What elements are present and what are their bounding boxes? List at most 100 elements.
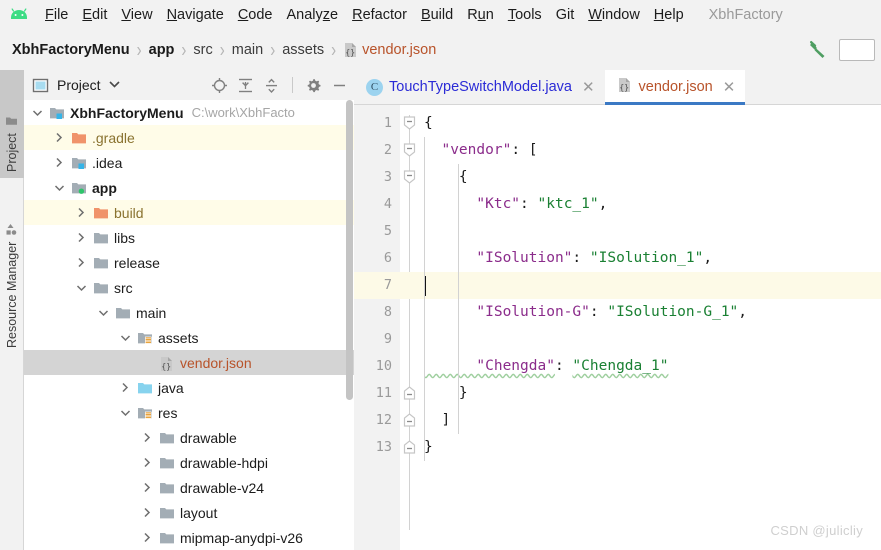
fold-row[interactable] <box>400 380 420 407</box>
fold-row[interactable] <box>400 164 420 191</box>
code-line[interactable]: } <box>420 380 881 407</box>
menu-item-view[interactable]: View <box>114 5 159 25</box>
tree-row[interactable]: java <box>24 375 354 400</box>
chevron-down-icon[interactable] <box>109 80 120 90</box>
tree-row[interactable]: assets <box>24 325 354 350</box>
chevron-right-icon[interactable] <box>74 206 88 220</box>
code-line[interactable]: ] <box>420 407 881 434</box>
code-line[interactable] <box>420 326 881 353</box>
tree-row[interactable]: XbhFactoryMenu C:\work\XbhFacto <box>24 100 354 125</box>
chevron-right-icon[interactable] <box>74 256 88 270</box>
fold-expanded-icon[interactable] <box>403 143 416 157</box>
chevron-right-icon[interactable] <box>74 231 88 245</box>
tree-row[interactable]: build <box>24 200 354 225</box>
chevron-down-icon[interactable] <box>74 281 88 295</box>
menu-item-edit[interactable]: Edit <box>75 5 114 25</box>
editor-tab-vendor-json[interactable]: {} vendor.json ✕ <box>604 70 746 105</box>
hide-panel-icon[interactable] <box>331 77 348 94</box>
fold-row[interactable] <box>400 434 420 461</box>
project-tree[interactable]: XbhFactoryMenu C:\work\XbhFacto .gradle .… <box>24 100 354 550</box>
menu-item-refactor[interactable]: Refactor <box>345 5 414 25</box>
collapse-all-icon[interactable] <box>263 77 280 94</box>
code-line[interactable]: { <box>420 164 881 191</box>
breadcrumb-item-assets[interactable]: assets <box>282 42 324 58</box>
code-line[interactable]: { <box>420 110 881 137</box>
chevron-right-icon[interactable] <box>118 381 132 395</box>
code-line[interactable]: } <box>420 434 881 461</box>
editor-tab-touchtypeswitchmodel-java[interactable]: C TouchTypeSwitchModel.java ✕ <box>354 70 605 104</box>
close-icon[interactable]: ✕ <box>582 80 595 95</box>
menu-item-build[interactable]: Build <box>414 5 460 25</box>
chevron-right-icon[interactable] <box>140 431 154 445</box>
tree-row[interactable]: .idea <box>24 150 354 175</box>
menu-item-code[interactable]: Code <box>231 5 280 25</box>
tree-row[interactable]: layout <box>24 500 354 525</box>
menu-item-help[interactable]: Help <box>647 5 691 25</box>
search-everywhere-field[interactable] <box>839 39 875 61</box>
locate-target-icon[interactable] <box>211 77 228 94</box>
code-line[interactable]: "ISolution": "ISolution_1", <box>420 245 881 272</box>
fold-row[interactable] <box>400 137 420 164</box>
sidebar-item-resource-manager[interactable]: Resource Manager <box>0 184 24 354</box>
fold-row[interactable] <box>400 407 420 434</box>
tree-row[interactable]: main <box>24 300 354 325</box>
sidebar-item-project[interactable]: Project <box>0 70 24 178</box>
tree-row[interactable]: drawable-v24 <box>24 475 354 500</box>
fold-expanded-icon[interactable] <box>403 116 416 130</box>
breadcrumb-item-main[interactable]: main <box>232 42 263 58</box>
project-tree-scrollbar[interactable] <box>346 100 353 400</box>
chevron-right-icon[interactable] <box>140 531 154 545</box>
tree-row[interactable]: .gradle <box>24 125 354 150</box>
tree-row[interactable]: {} vendor.json <box>24 350 354 375</box>
code-line[interactable]: "vendor": [ <box>420 137 881 164</box>
breadcrumb-item-xbhfactorymenu[interactable]: XbhFactoryMenu <box>12 42 130 58</box>
hammer-build-icon[interactable] <box>805 37 831 63</box>
breadcrumb-item-vendor-json[interactable]: {} vendor.json <box>343 42 436 58</box>
chevron-down-icon[interactable] <box>30 106 44 120</box>
code-line[interactable]: "Chengda": "Chengda_1" <box>420 353 881 380</box>
chevron-right-icon[interactable] <box>52 156 66 170</box>
fold-row[interactable] <box>400 110 420 137</box>
fold-expanded-icon[interactable] <box>403 170 416 184</box>
tree-row[interactable]: mipmap-anydpi-v26 <box>24 525 354 550</box>
tree-row[interactable]: src <box>24 275 354 300</box>
chevron-right-icon[interactable] <box>140 456 154 470</box>
code-editor[interactable]: 1 2 3 4 5 6 7 8 9 10 11 12 13 { "vendor": [ { "Ktc":… <box>354 105 881 550</box>
tree-row[interactable]: libs <box>24 225 354 250</box>
menu-item-window[interactable]: Window <box>581 5 647 25</box>
menu-item-git[interactable]: Git <box>549 5 582 25</box>
tree-row[interactable]: drawable <box>24 425 354 450</box>
fold-end-icon[interactable] <box>403 440 416 454</box>
chevron-right-icon[interactable] <box>140 506 154 520</box>
code-line[interactable] <box>420 272 881 299</box>
fold-end-icon[interactable] <box>403 413 416 427</box>
code-line[interactable]: "ISolution-G": "ISolution-G_1", <box>420 299 881 326</box>
breadcrumb-item-app[interactable]: app <box>149 42 175 58</box>
code-folding-gutter[interactable] <box>400 105 420 550</box>
tree-row-label: drawable-hdpi <box>180 454 268 471</box>
tree-row[interactable]: release <box>24 250 354 275</box>
menu-item-file[interactable]: File <box>38 5 75 25</box>
code-line[interactable] <box>420 218 881 245</box>
chevron-down-icon[interactable] <box>118 406 132 420</box>
chevron-down-icon[interactable] <box>96 306 110 320</box>
tree-row[interactable]: app <box>24 175 354 200</box>
breadcrumb-item-src[interactable]: src <box>193 42 212 58</box>
chevron-down-icon[interactable] <box>52 181 66 195</box>
chevron-down-icon[interactable] <box>118 331 132 345</box>
menu-item-run[interactable]: Run <box>460 5 501 25</box>
expand-all-icon[interactable] <box>237 77 254 94</box>
menu-item-navigate[interactable]: Navigate <box>160 5 231 25</box>
tree-row[interactable]: res <box>24 400 354 425</box>
code-line[interactable]: "Ktc": "ktc_1", <box>420 191 881 218</box>
menu-item-analyze[interactable]: Analyze <box>280 5 346 25</box>
code-content[interactable]: { "vendor": [ { "Ktc": "ktc_1", "ISoluti… <box>420 105 881 550</box>
settings-gear-icon[interactable] <box>305 77 322 94</box>
indent-guide <box>424 137 425 461</box>
close-icon[interactable]: ✕ <box>723 80 736 95</box>
chevron-right-icon[interactable] <box>52 131 66 145</box>
fold-end-icon[interactable] <box>403 386 416 400</box>
chevron-right-icon[interactable] <box>140 481 154 495</box>
tree-row[interactable]: drawable-hdpi <box>24 450 354 475</box>
menu-item-tools[interactable]: Tools <box>501 5 549 25</box>
